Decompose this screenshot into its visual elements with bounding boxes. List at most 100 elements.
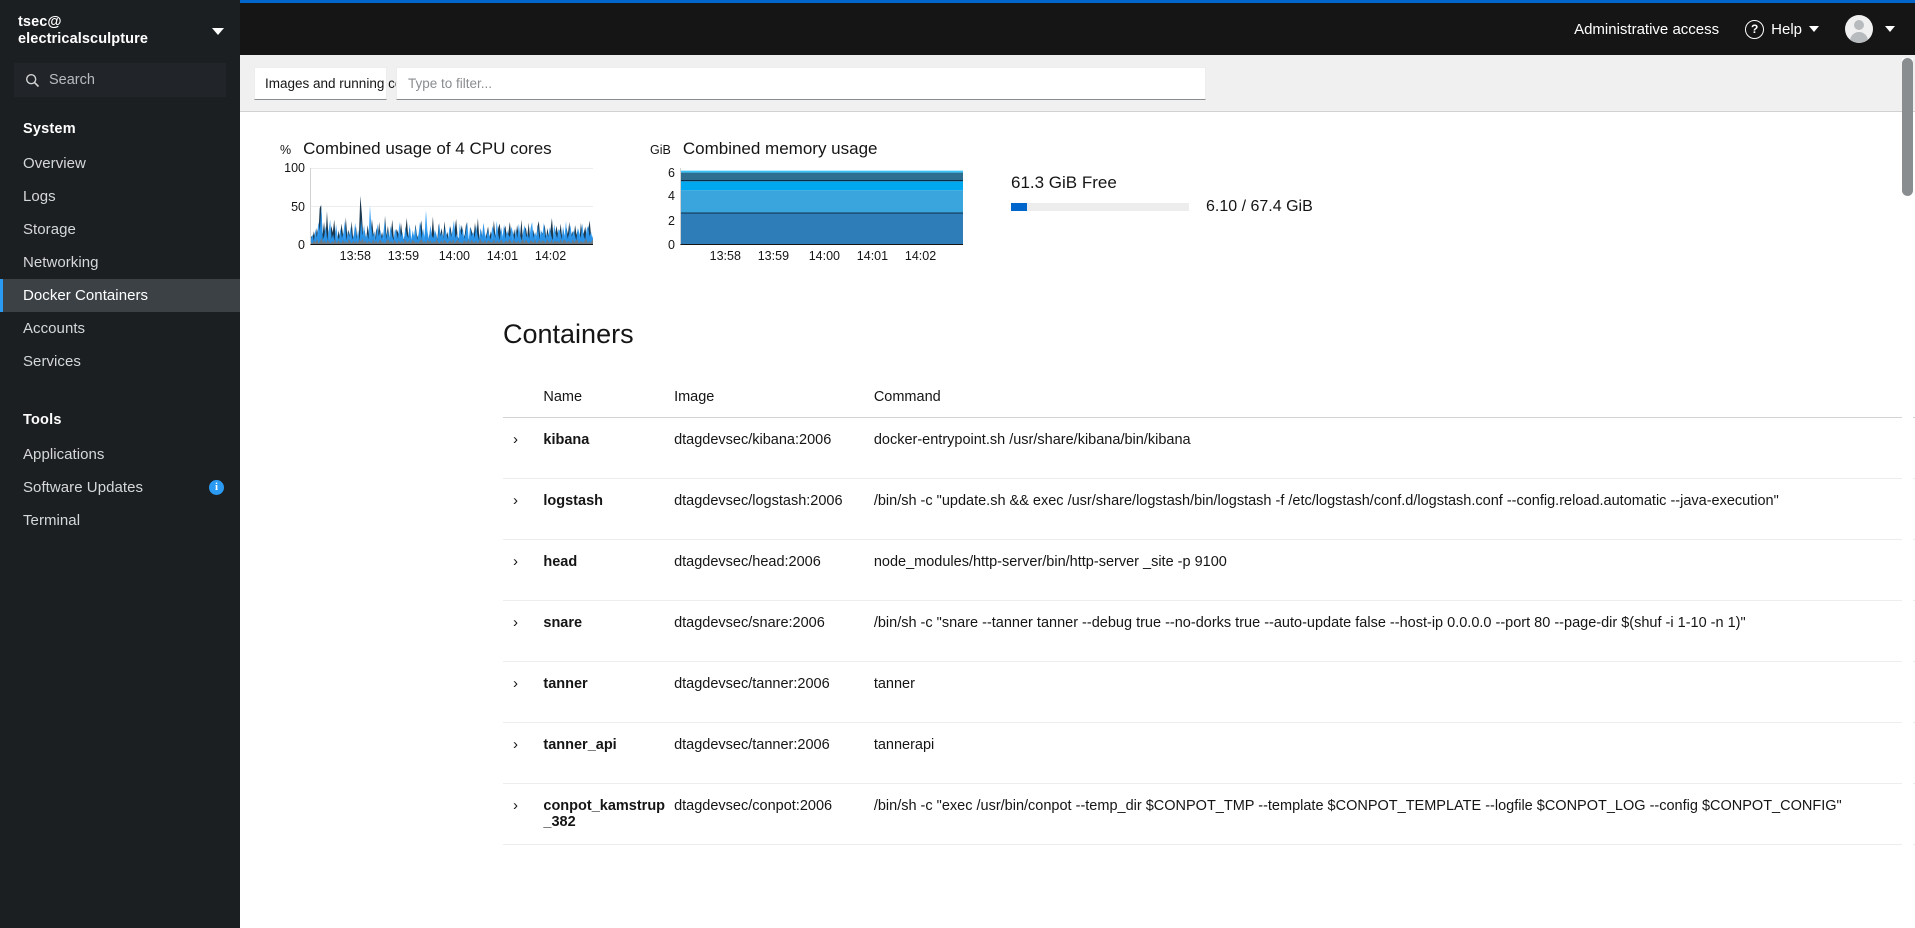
- memory-xtick: 13:59: [757, 249, 790, 263]
- help-menu[interactable]: ? Help: [1745, 19, 1819, 39]
- help-label: Help: [1771, 20, 1802, 38]
- memory-xtick: 14:00: [808, 249, 840, 263]
- container-name: kibana: [543, 417, 675, 480]
- chevron-down-icon: [1809, 26, 1819, 32]
- disk-free-label: 61.3 GiB Free: [1011, 173, 1117, 192]
- info-badge-icon: i: [209, 480, 224, 495]
- cpu-ytick: 0: [298, 238, 305, 252]
- filter-toolbar: Images and running containers: [240, 55, 1915, 112]
- container-image: dtagdevsec/snare:2006: [674, 600, 874, 663]
- image-filter-select[interactable]: Images and running containers: [254, 66, 465, 100]
- memory-y-axis: 6 4 2 0: [650, 166, 680, 252]
- table-row[interactable]: ›tannerdtagdevsec/tanner:2006tanner0%34.…: [503, 661, 1915, 724]
- table-row[interactable]: › conpot_kamstrup_382 dtagdevsec/conpot:20…: [503, 783, 1915, 846]
- cpu-plot-wrap: 100 50 0: [280, 161, 593, 252]
- sidebar-item-storage[interactable]: Storage: [0, 213, 240, 246]
- memory-plot-wrap: 6 4 2 0: [650, 166, 963, 252]
- nav-section-title-tools: Tools: [23, 412, 62, 428]
- vertical-scrollbar[interactable]: [1902, 58, 1913, 926]
- sidebar-item-networking[interactable]: Networking: [0, 246, 240, 279]
- search-box[interactable]: [14, 63, 226, 97]
- chevron-right-icon[interactable]: ›: [503, 737, 518, 752]
- sidebar-item-label: Software Updates: [23, 479, 144, 496]
- sidebar-item-applications[interactable]: Applications: [0, 438, 240, 471]
- table-row[interactable]: › head dtagdevsec/head:2006 node_modules/ht…: [503, 539, 1915, 602]
- search-icon: [25, 73, 40, 87]
- container-image: dtagdevsec/tanner:2006: [674, 722, 874, 785]
- sidebar-item-software-updates[interactable]: Software Updates i: [0, 471, 240, 504]
- cpu-chart-unit: %: [280, 143, 292, 157]
- chevron-right-icon[interactable]: ›: [503, 493, 518, 508]
- container-name: tanner_api: [543, 722, 675, 785]
- host-name: electricalsculpture: [18, 31, 149, 47]
- memory-mem-band-divider-1: [681, 212, 963, 214]
- sidebar-item-label: Docker Containers: [23, 287, 149, 304]
- container-command: node_modules/http-server/bin/http-server…: [873, 539, 1915, 602]
- sidebar-item-label: Applications: [23, 446, 105, 463]
- sidebar-item-accounts[interactable]: Accounts: [0, 312, 240, 345]
- disk-usage-meter: 61.3 GiB Free 6.10 / 67.4 GiB: [1011, 139, 1313, 216]
- cpu-xtick: 13:58: [339, 249, 371, 263]
- container-command: tanner: [873, 661, 1915, 724]
- memory-mem-band-1: [681, 213, 963, 244]
- sidebar-item-label: Networking: [23, 254, 99, 271]
- memory-mem-band-3: [681, 181, 963, 191]
- row-expand-cell[interactable]: ›: [503, 417, 544, 480]
- administrative-access-button[interactable]: Administrative access: [1574, 21, 1719, 38]
- host-switcher[interactable]: tsec@ electricalsculpture: [0, 0, 240, 55]
- filter-input[interactable]: [396, 66, 1206, 100]
- sidebar-item-label: Services: [23, 353, 81, 370]
- memory-ytick: 0: [668, 238, 675, 252]
- metrics-row: % Combined usage of 4 CPU cores 100 50 0: [240, 112, 1915, 265]
- nav-section-title-system: System: [23, 121, 76, 137]
- sidebar-item-docker-containers[interactable]: Docker Containers: [0, 279, 240, 312]
- col-header-image: Image: [674, 381, 874, 419]
- question-circle-icon: ?: [1745, 19, 1765, 39]
- memory-ytick: 2: [668, 214, 675, 229]
- sidebar-item-services[interactable]: Services: [0, 345, 240, 378]
- sidebar-item-logs[interactable]: Logs: [0, 180, 240, 213]
- chevron-right-icon[interactable]: ›: [503, 432, 518, 447]
- containers-table: Name Image Command CPU Memory State › kib…: [503, 381, 1915, 846]
- table-row[interactable]: › logstash dtagdevsec/logstash:2006/bin/sh…: [503, 478, 1915, 541]
- row-expand-cell[interactable]: ›: [503, 722, 544, 785]
- memory-x-axis: 13:58 13:59 14:00 14:01 14:02: [680, 245, 963, 265]
- chevron-right-icon[interactable]: ›: [503, 798, 518, 813]
- host-switcher-text: tsec@ electricalsculpture: [18, 14, 148, 48]
- disk-progress-fill: [1011, 203, 1028, 211]
- user-menu[interactable]: [1845, 15, 1895, 43]
- table-header-row: Name Image Command CPU Memory State: [503, 381, 1915, 419]
- chevron-right-icon[interactable]: ›: [503, 615, 518, 630]
- col-header-toggle: [503, 381, 544, 419]
- table-row[interactable]: › tanner_api dtagdevsec/tanner:2006 tannera…: [503, 722, 1915, 785]
- memory-plot-area: [680, 168, 963, 245]
- search-input[interactable]: [49, 72, 215, 88]
- topbar: Administrative access ? Help: [240, 0, 1915, 55]
- content-scroll-area: % Combined usage of 4 CPU cores 100 50 0: [240, 112, 1915, 906]
- sidebar-item-terminal[interactable]: Terminal: [0, 504, 240, 537]
- chevron-down-icon: [1885, 26, 1895, 32]
- row-expand-cell[interactable]: ›: [503, 783, 544, 846]
- row-expand-cell[interactable]: ›: [503, 600, 544, 663]
- cpu-ytick: 50: [291, 199, 305, 214]
- chevron-right-icon[interactable]: ›: [503, 554, 518, 569]
- container-image: dtagdevsec/head:2006: [674, 539, 874, 602]
- col-header-name: Name: [543, 381, 675, 419]
- disk-usage-row: 6.10 / 67.4 GiB: [1011, 198, 1313, 216]
- cpu-y-axis: 100 50 0: [280, 161, 310, 252]
- containers-table-head: Name Image Command CPU Memory State: [503, 381, 1915, 419]
- vertical-scrollbar-thumb[interactable]: [1902, 58, 1913, 196]
- row-expand-cell[interactable]: ›: [503, 478, 544, 541]
- row-expand-cell[interactable]: ›: [503, 661, 544, 724]
- chevron-right-icon[interactable]: ›: [503, 676, 518, 691]
- table-row[interactable]: › kibana dtagdevsec/kibana:2006 docker-entr…: [503, 417, 1915, 480]
- sidebar-item-label: Storage: [23, 221, 76, 238]
- memory-ytick: 4: [668, 189, 675, 204]
- container-name: head: [543, 539, 675, 602]
- disk-progress-bar: [1011, 203, 1189, 211]
- sidebar-item-overview[interactable]: Overview: [0, 147, 240, 180]
- container-name: logstash: [543, 478, 675, 541]
- row-expand-cell[interactable]: ›: [503, 539, 544, 602]
- memory-chart-unit: GiB: [650, 143, 671, 157]
- table-row[interactable]: › snare dtagdevsec/snare:2006/bin/sh -c "s…: [503, 600, 1915, 663]
